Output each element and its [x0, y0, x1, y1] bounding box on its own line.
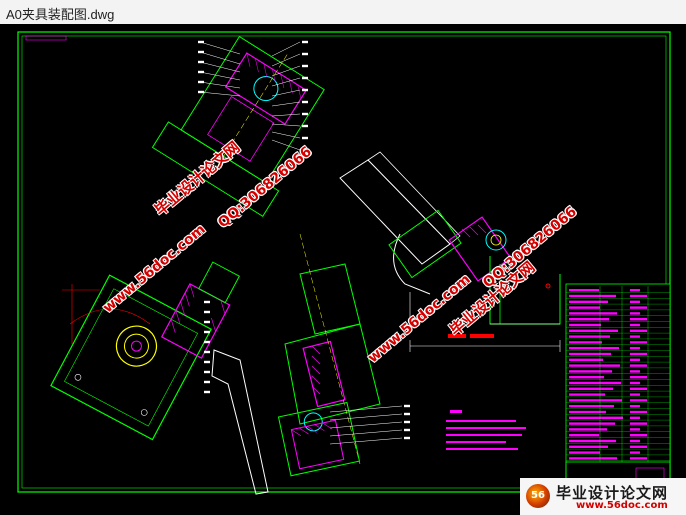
title-bar: A0夹具装配图.dwg	[0, 0, 686, 25]
lower-callouts	[329, 405, 403, 445]
cad-drawing	[17, 31, 671, 495]
drawing-number-box	[25, 35, 67, 41]
window-title: A0夹具装配图.dwg	[6, 7, 115, 22]
brand-logo-icon: 56	[526, 484, 550, 508]
callout-balloons	[198, 40, 410, 440]
lower-clamp-assembly	[277, 401, 361, 477]
parts-list	[565, 283, 671, 493]
technical-notes	[446, 410, 526, 450]
drawing-canvas[interactable]: 毕业设计论文网 www.56doc.com QQ:306826066 毕业设计论…	[0, 24, 686, 515]
brand-url: www.56doc.com	[576, 500, 668, 511]
brand-logo-badge: 56 毕业设计论文网 www.56doc.com	[520, 478, 686, 515]
central-linkage	[211, 233, 381, 495]
right-arm-assembly	[339, 151, 512, 295]
left-base-assembly	[50, 261, 240, 441]
